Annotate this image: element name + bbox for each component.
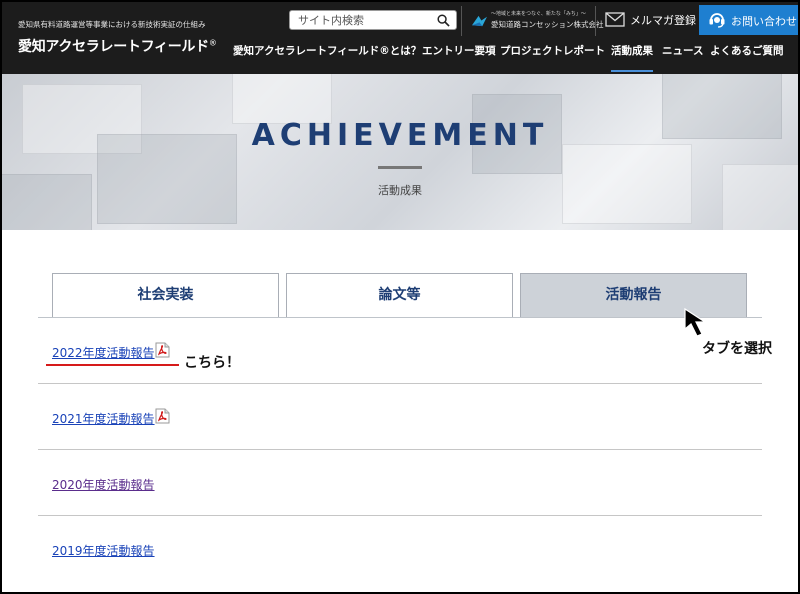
search-input[interactable] — [298, 13, 433, 28]
report-list: 2022年度活動報告 2021年度活動報告 2020年度活動報告 2019年度活… — [38, 318, 762, 582]
page: 愛知県有料道路運営等事業における新技術実証の仕組み 愛知アクセラレートフィールド… — [2, 2, 798, 592]
list-item: 2022年度活動報告 — [38, 318, 762, 384]
nav-item-project-report[interactable]: プロジェクトレポート — [500, 44, 605, 72]
list-item: 2021年度活動報告 — [38, 384, 762, 450]
corporate-logo[interactable]: ～地域と未来をつなぐ、新たな「みち」～ 愛知道路コンセッション株式会社 — [471, 10, 604, 32]
newsletter-label: メルマガ登録 — [630, 14, 696, 27]
tab-papers[interactable]: 論文等 — [286, 273, 513, 318]
corporate-name: 愛知道路コンセッション株式会社 — [491, 20, 604, 29]
mouse-cursor-icon — [684, 307, 708, 337]
site-header: 愛知県有料道路運営等事業における新技術実証の仕組み 愛知アクセラレートフィールド… — [2, 2, 798, 74]
list-item: 2020年度活動報告 — [38, 450, 762, 516]
nav-item-about[interactable]: 愛知アクセラレートフィールド®とは？ — [233, 44, 421, 72]
header-divider — [461, 6, 462, 36]
mail-icon — [605, 12, 625, 27]
contact-label: お問い合わせ — [731, 15, 797, 28]
search-icon[interactable] — [437, 14, 450, 27]
annotation-here: こちら！ — [184, 355, 240, 371]
nav-item-news[interactable]: ニュース — [662, 44, 703, 72]
category-tabs: 社会実装 論文等 活動報告 — [52, 273, 748, 318]
pdf-icon[interactable] — [155, 408, 170, 424]
hero-banner: ACHIEVEMENT 活動成果 — [2, 74, 798, 230]
corporate-mark-icon — [472, 15, 487, 27]
pdf-icon[interactable] — [155, 342, 170, 358]
registered-mark: ® — [208, 38, 217, 48]
header-divider — [595, 6, 596, 36]
report-link-2021[interactable]: 2021年度活動報告 — [52, 410, 155, 427]
site-logo[interactable]: 愛知アクセラレートフィールド® — [18, 36, 217, 56]
list-item: 2019年度活動報告 — [38, 516, 762, 582]
report-link-2019[interactable]: 2019年度活動報告 — [52, 542, 155, 559]
title-divider — [378, 166, 422, 169]
nav-item-entry[interactable]: エントリー要項 — [422, 44, 496, 72]
headset-icon — [709, 13, 725, 28]
contact-button[interactable]: お問い合わせ — [699, 5, 798, 35]
highlight-underline — [46, 364, 179, 366]
corporate-slogan: ～地域と未来をつなぐ、新たな「みち」～ — [491, 11, 586, 17]
page-title: ACHIEVEMENT — [251, 118, 549, 153]
site-logo-text: 愛知アクセラレートフィールド — [18, 39, 209, 55]
nav-item-achievement[interactable]: 活動成果 — [611, 44, 653, 72]
nav-item-faq[interactable]: よくあるご質問 — [710, 44, 784, 72]
annotation-select-tab: タブを選択 — [702, 341, 772, 357]
page-subtitle: 活動成果 — [378, 184, 422, 197]
report-link-2020[interactable]: 2020年度活動報告 — [52, 476, 155, 493]
site-tagline: 愛知県有料道路運営等事業における新技術実証の仕組み — [18, 20, 206, 29]
report-link-2022[interactable]: 2022年度活動報告 — [52, 344, 155, 361]
hero-decoration — [232, 74, 332, 124]
search-box — [289, 10, 457, 30]
tab-social-implementation[interactable]: 社会実装 — [52, 273, 279, 318]
